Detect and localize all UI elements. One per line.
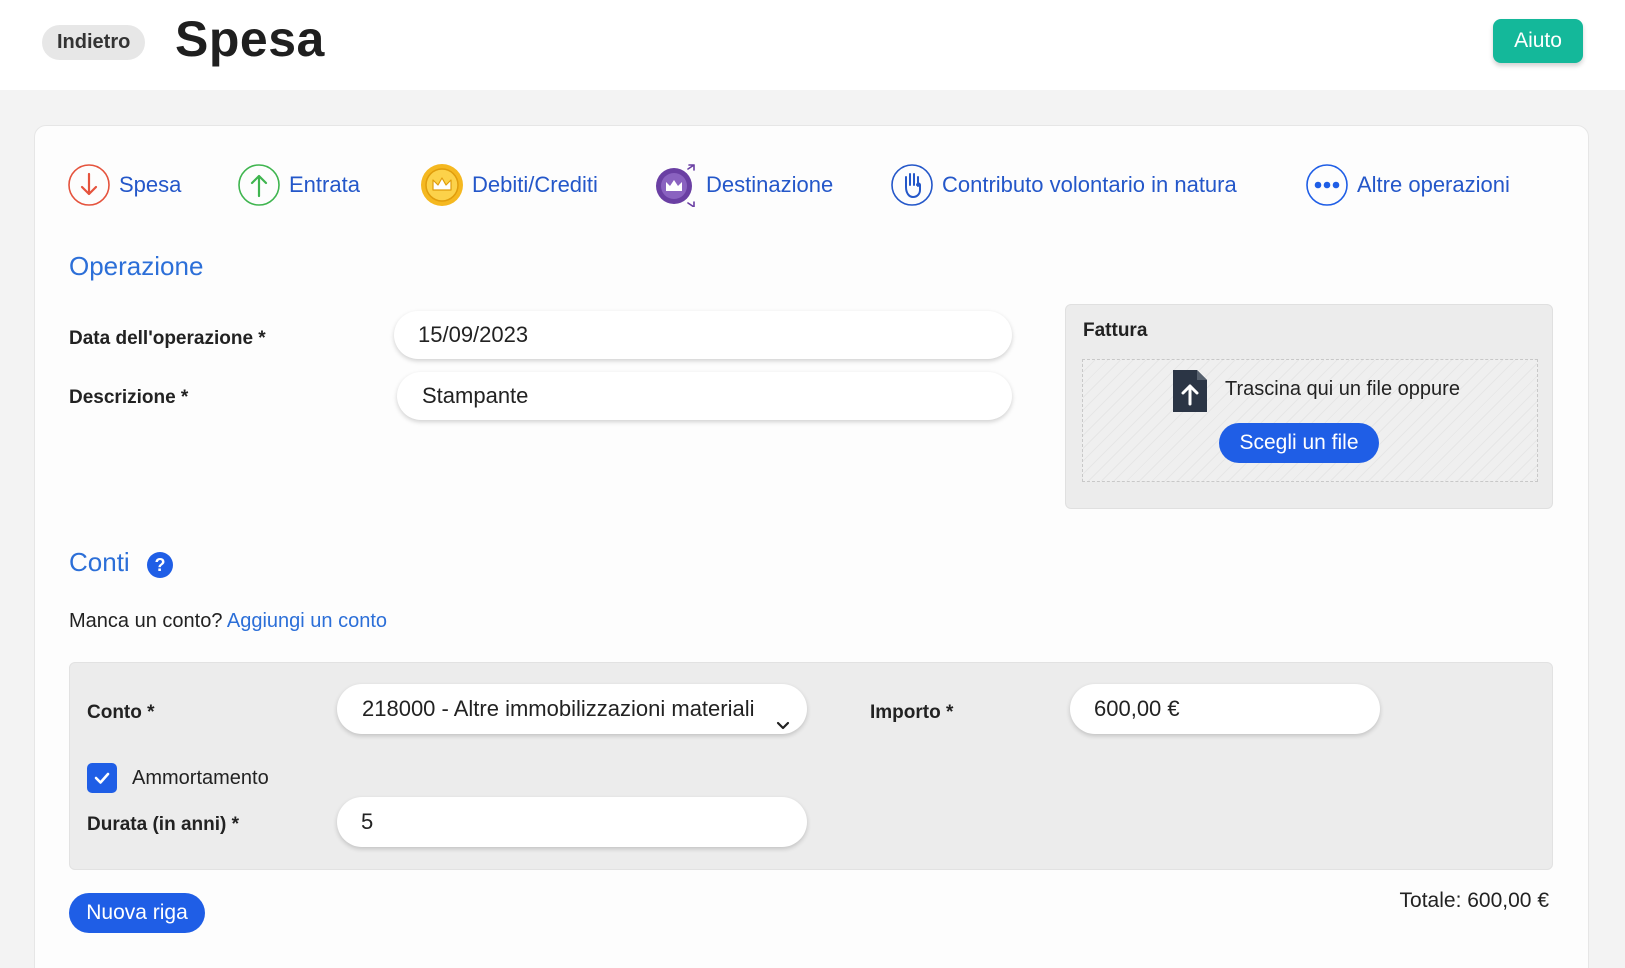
invoice-title: Fattura (1083, 320, 1148, 341)
duration-field[interactable]: 5 (337, 797, 807, 847)
new-row-button[interactable]: Nuova riga (69, 893, 205, 933)
dropzone-text: Trascina qui un file oppure (1225, 378, 1460, 400)
chevron-down-icon (775, 701, 791, 730)
account-select-value: 218000 - Altre immobilizzazioni material… (362, 696, 755, 721)
description-field[interactable]: Stampante (397, 372, 1012, 420)
account-row: Conto * 218000 - Altre immobilizzazioni … (69, 662, 1553, 870)
page-title: Spesa (175, 11, 325, 67)
more-icon (1305, 163, 1349, 207)
depreciation-checkbox[interactable] (87, 763, 117, 793)
date-label: Data dell'operazione * (69, 328, 266, 349)
missing-account-label: Manca un conto? (69, 610, 223, 632)
operation-section-title: Operazione (69, 251, 204, 281)
arrow-up-icon (237, 163, 281, 207)
back-button[interactable]: Indietro (42, 25, 146, 60)
total-amount: Totale: 600,00 € (1399, 889, 1549, 912)
tab-label: Spesa (119, 172, 182, 197)
duration-label: Durata (in anni) * (87, 814, 240, 835)
tab-label: Entrata (289, 172, 360, 197)
help-question-icon[interactable]: ? (147, 552, 173, 578)
date-field[interactable]: 15/09/2023 (394, 311, 1012, 359)
tab-entrata[interactable]: Entrata (237, 160, 360, 210)
tab-spesa[interactable]: Spesa (67, 160, 181, 210)
tab-altre-operazioni[interactable]: Altre operazioni (1305, 160, 1510, 210)
file-upload-icon (1171, 368, 1209, 414)
top-bar: Indietro Spesa Aiuto (0, 0, 1625, 90)
amount-field[interactable]: 600,00 € (1070, 684, 1380, 734)
help-button[interactable]: Aiuto (1493, 19, 1583, 63)
tab-debiti-crediti[interactable]: Debiti/Crediti (420, 160, 598, 210)
accounts-section-title: Conti (69, 547, 130, 577)
account-select[interactable]: 218000 - Altre immobilizzazioni material… (337, 684, 807, 734)
tab-contributo-natura[interactable]: Contributo volontario in natura (890, 160, 1237, 210)
tab-label: Contributo volontario in natura (942, 172, 1237, 197)
account-label: Conto * (87, 702, 155, 723)
hand-icon (890, 163, 934, 207)
check-icon (94, 772, 110, 784)
invoice-panel: Fattura Trascina qui un file oppure Sceg… (1065, 304, 1553, 509)
depreciation-label: Ammortamento (132, 767, 269, 789)
crown-coin-icon (420, 163, 464, 207)
add-account-link[interactable]: Aggiungi un conto (227, 610, 387, 632)
tab-label: Destinazione (706, 172, 834, 197)
tab-label: Debiti/Crediti (472, 172, 598, 197)
arrow-down-icon (67, 163, 111, 207)
crown-transfer-icon (654, 163, 698, 207)
choose-file-button[interactable]: Scegli un file (1219, 423, 1379, 463)
tab-label: Altre operazioni (1357, 172, 1510, 197)
description-label: Descrizione * (69, 387, 189, 408)
missing-account-text: Manca un conto? Aggiungi un conto (69, 610, 387, 633)
amount-label: Importo * (870, 702, 954, 723)
file-dropzone[interactable]: Trascina qui un file oppure Scegli un fi… (1082, 359, 1538, 482)
tab-destinazione[interactable]: Destinazione (654, 160, 833, 210)
